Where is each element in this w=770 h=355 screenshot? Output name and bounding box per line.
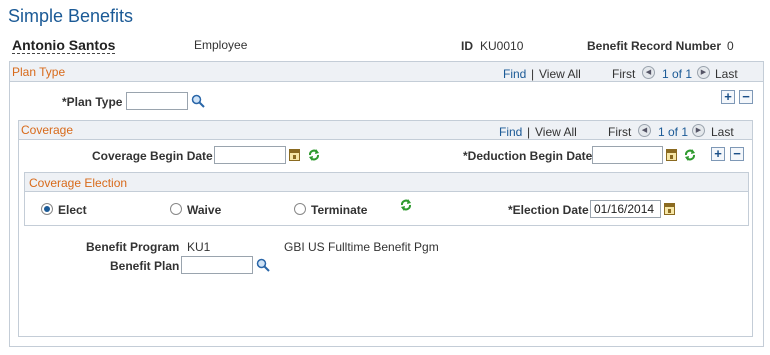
prev-arrow-icon[interactable]: ◀: [642, 66, 655, 79]
elect-label: Elect: [58, 203, 87, 217]
plan-type-last-label: Last: [715, 67, 738, 81]
coverage-add-button[interactable]: +: [711, 147, 725, 161]
coverage-last-label: Last: [711, 125, 734, 139]
terminate-label: Terminate: [311, 203, 368, 217]
plan-type-input[interactable]: [126, 92, 188, 110]
coverage-election-header: [25, 173, 748, 192]
coverage-election-title: Coverage Election: [29, 176, 128, 190]
next-arrow-icon[interactable]: ▶: [692, 124, 705, 137]
election-date-label: *Election Date: [508, 203, 589, 217]
page-title: Simple Benefits: [8, 6, 134, 26]
benefit-program-code: KU1: [187, 240, 211, 254]
benefit-record-label: Benefit Record Number: [587, 39, 722, 53]
calendar-icon[interactable]: [664, 203, 675, 215]
coverage-remove-button[interactable]: −: [730, 147, 744, 161]
coverage-title: Coverage: [21, 123, 74, 137]
waive-label: Waive: [187, 203, 222, 217]
coverage-first-label: First: [608, 125, 632, 139]
waive-radio[interactable]: [170, 203, 182, 215]
next-arrow-icon[interactable]: ▶: [697, 66, 710, 79]
calendar-icon[interactable]: [666, 149, 677, 161]
plan-type-pagination: 1 of 1: [662, 67, 693, 81]
benefit-record-value: 0: [727, 39, 734, 53]
plan-type-remove-button[interactable]: −: [739, 90, 753, 104]
employee-type: Employee: [194, 38, 248, 52]
coverage-pagination: 1 of 1: [658, 125, 689, 139]
refresh-icon[interactable]: [683, 148, 697, 162]
id-value: KU0010: [480, 39, 524, 53]
search-icon[interactable]: [191, 94, 205, 108]
id-label: ID: [461, 39, 473, 53]
terminate-radio[interactable]: [294, 203, 306, 215]
elect-radio[interactable]: [41, 203, 53, 215]
nav-separator: |: [527, 125, 531, 139]
benefit-plan-input[interactable]: [181, 256, 253, 274]
deduction-begin-date-label: *Deduction Begin Date: [463, 149, 593, 163]
search-icon[interactable]: [256, 258, 270, 272]
benefit-plan-label: Benefit Plan: [110, 259, 180, 273]
plan-type-view-all-link[interactable]: View All: [539, 67, 581, 81]
benefit-program-description: GBI US Fulltime Benefit Pgm: [284, 240, 439, 254]
plan-type-title: Plan Type: [12, 65, 66, 79]
employee-name[interactable]: Antonio Santos: [12, 37, 116, 54]
coverage-view-all-link[interactable]: View All: [535, 125, 577, 139]
plan-type-add-button[interactable]: +: [721, 90, 735, 104]
coverage-begin-date-input[interactable]: [214, 146, 286, 164]
plan-type-find-link[interactable]: Find: [503, 67, 526, 81]
election-date-input[interactable]: [590, 200, 661, 218]
plan-type-label: *Plan Type: [62, 95, 123, 109]
refresh-icon[interactable]: [307, 148, 321, 162]
coverage-find-link[interactable]: Find: [499, 125, 522, 139]
refresh-icon[interactable]: [399, 198, 413, 212]
calendar-icon[interactable]: [289, 149, 300, 161]
plan-type-first-label: First: [612, 67, 636, 81]
deduction-begin-date-input[interactable]: [592, 146, 663, 164]
benefit-program-label: Benefit Program: [86, 240, 180, 254]
prev-arrow-icon[interactable]: ◀: [638, 124, 651, 137]
nav-separator: |: [531, 67, 535, 81]
coverage-begin-date-label: Coverage Begin Date: [92, 149, 213, 163]
